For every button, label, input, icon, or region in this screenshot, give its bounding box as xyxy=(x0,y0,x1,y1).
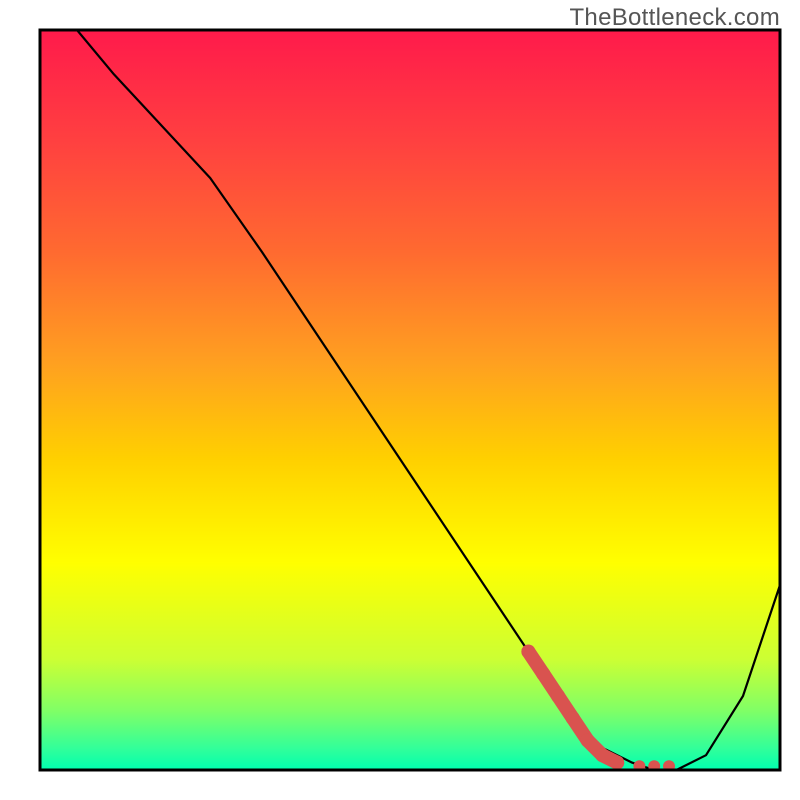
chart-container: TheBottleneck.com xyxy=(0,0,800,800)
highlight-dot xyxy=(610,756,624,770)
watermark-label: TheBottleneck.com xyxy=(569,4,780,32)
bottleneck-chart xyxy=(0,0,800,800)
gradient-background xyxy=(40,30,780,770)
